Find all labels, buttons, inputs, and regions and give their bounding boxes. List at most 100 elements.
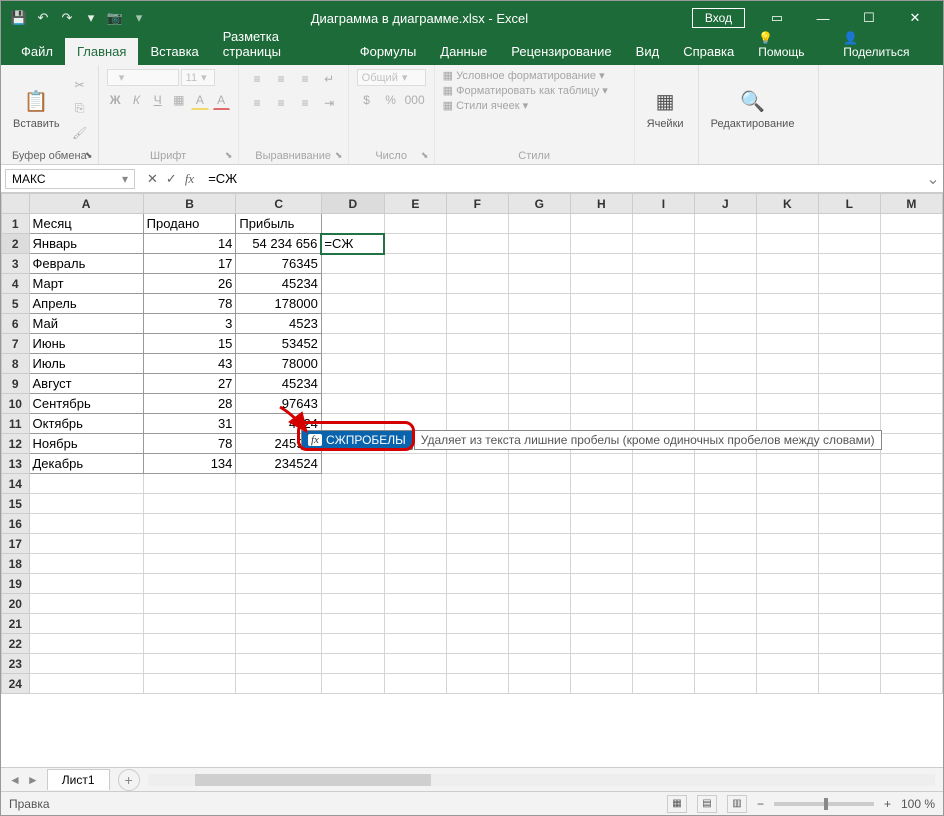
cell[interactable] bbox=[880, 294, 942, 314]
cell[interactable] bbox=[570, 354, 632, 374]
cell[interactable] bbox=[236, 534, 322, 554]
cell[interactable] bbox=[570, 374, 632, 394]
cell[interactable] bbox=[756, 294, 818, 314]
cell[interactable] bbox=[446, 254, 508, 274]
align-middle-icon[interactable]: ≡ bbox=[271, 69, 291, 89]
cell[interactable] bbox=[236, 634, 322, 654]
cell[interactable] bbox=[508, 314, 570, 334]
cell[interactable] bbox=[321, 294, 384, 314]
cell[interactable] bbox=[694, 634, 756, 654]
cell[interactable] bbox=[880, 554, 942, 574]
cell[interactable] bbox=[446, 374, 508, 394]
underline-button[interactable]: Ч bbox=[149, 90, 166, 110]
cell[interactable]: Прибыль bbox=[236, 214, 322, 234]
cell[interactable]: 14 bbox=[143, 234, 236, 254]
cell[interactable] bbox=[29, 674, 143, 694]
cell[interactable] bbox=[321, 314, 384, 334]
cell[interactable] bbox=[756, 474, 818, 494]
cell[interactable] bbox=[694, 394, 756, 414]
cell[interactable] bbox=[694, 514, 756, 534]
cell[interactable] bbox=[446, 614, 508, 634]
cell[interactable] bbox=[143, 674, 236, 694]
cell[interactable] bbox=[384, 494, 446, 514]
cell[interactable] bbox=[321, 474, 384, 494]
cell[interactable] bbox=[570, 534, 632, 554]
row-header[interactable]: 4 bbox=[2, 274, 30, 294]
cell[interactable] bbox=[236, 674, 322, 694]
cell[interactable]: 78 bbox=[143, 294, 236, 314]
row-header[interactable]: 15 bbox=[2, 494, 30, 514]
cell[interactable] bbox=[880, 314, 942, 334]
cell[interactable] bbox=[756, 274, 818, 294]
formula-bar-expand-icon[interactable]: ⌄ bbox=[923, 169, 943, 189]
cell[interactable] bbox=[29, 574, 143, 594]
tab-insert[interactable]: Вставка bbox=[138, 38, 210, 65]
cell[interactable] bbox=[143, 534, 236, 554]
save-icon[interactable]: 💾 bbox=[11, 10, 27, 26]
cell[interactable] bbox=[880, 274, 942, 294]
cell[interactable] bbox=[694, 474, 756, 494]
conditional-formatting-button[interactable]: ▦ Условное форматирование ▾ bbox=[443, 69, 605, 82]
cell[interactable] bbox=[29, 614, 143, 634]
cell[interactable] bbox=[29, 514, 143, 534]
column-header[interactable]: G bbox=[508, 194, 570, 214]
cell[interactable] bbox=[384, 234, 446, 254]
cancel-formula-icon[interactable]: ✕ bbox=[147, 171, 158, 187]
cell[interactable] bbox=[446, 394, 508, 414]
cell[interactable] bbox=[29, 634, 143, 654]
cell[interactable]: 53452 bbox=[236, 334, 322, 354]
row-header[interactable]: 2 bbox=[2, 234, 30, 254]
cell[interactable] bbox=[880, 214, 942, 234]
cell[interactable] bbox=[321, 534, 384, 554]
font-size-combo[interactable]: 11▾ bbox=[181, 69, 215, 86]
cell[interactable] bbox=[570, 274, 632, 294]
cell[interactable] bbox=[384, 334, 446, 354]
tab-data[interactable]: Данные bbox=[428, 38, 499, 65]
cell[interactable] bbox=[632, 554, 694, 574]
cell[interactable]: 27 bbox=[143, 374, 236, 394]
cell[interactable] bbox=[508, 254, 570, 274]
sheet-tab[interactable]: Лист1 bbox=[47, 769, 110, 790]
cell[interactable] bbox=[756, 614, 818, 634]
cell[interactable] bbox=[632, 674, 694, 694]
cell[interactable]: Ноябрь bbox=[29, 434, 143, 454]
cell[interactable]: 45234 bbox=[236, 274, 322, 294]
cell[interactable] bbox=[756, 254, 818, 274]
cell[interactable] bbox=[632, 454, 694, 474]
column-header[interactable]: A bbox=[29, 194, 143, 214]
cell[interactable] bbox=[632, 274, 694, 294]
cell[interactable] bbox=[508, 514, 570, 534]
cell[interactable] bbox=[818, 614, 880, 634]
cell[interactable] bbox=[756, 534, 818, 554]
cell[interactable] bbox=[632, 354, 694, 374]
cell[interactable] bbox=[321, 674, 384, 694]
cell[interactable] bbox=[321, 274, 384, 294]
cell[interactable]: Месяц bbox=[29, 214, 143, 234]
cell[interactable] bbox=[143, 634, 236, 654]
align-left-icon[interactable]: ≡ bbox=[247, 93, 267, 113]
cell[interactable] bbox=[384, 654, 446, 674]
row-header[interactable]: 24 bbox=[2, 674, 30, 694]
cell[interactable] bbox=[143, 554, 236, 574]
cell[interactable] bbox=[694, 314, 756, 334]
cell[interactable] bbox=[29, 474, 143, 494]
cell[interactable] bbox=[508, 554, 570, 574]
cell[interactable] bbox=[570, 674, 632, 694]
cell[interactable] bbox=[756, 494, 818, 514]
cell[interactable] bbox=[694, 374, 756, 394]
cell[interactable] bbox=[321, 514, 384, 534]
cell[interactable] bbox=[321, 654, 384, 674]
percent-icon[interactable]: % bbox=[381, 90, 401, 110]
cell[interactable] bbox=[446, 654, 508, 674]
cell[interactable] bbox=[570, 494, 632, 514]
cell[interactable] bbox=[880, 614, 942, 634]
cell[interactable] bbox=[694, 674, 756, 694]
cell[interactable] bbox=[29, 654, 143, 674]
cell[interactable] bbox=[508, 234, 570, 254]
column-header[interactable]: B bbox=[143, 194, 236, 214]
cell[interactable] bbox=[632, 514, 694, 534]
cell[interactable] bbox=[632, 234, 694, 254]
cell[interactable] bbox=[694, 274, 756, 294]
cell[interactable] bbox=[756, 594, 818, 614]
cell[interactable] bbox=[321, 354, 384, 374]
